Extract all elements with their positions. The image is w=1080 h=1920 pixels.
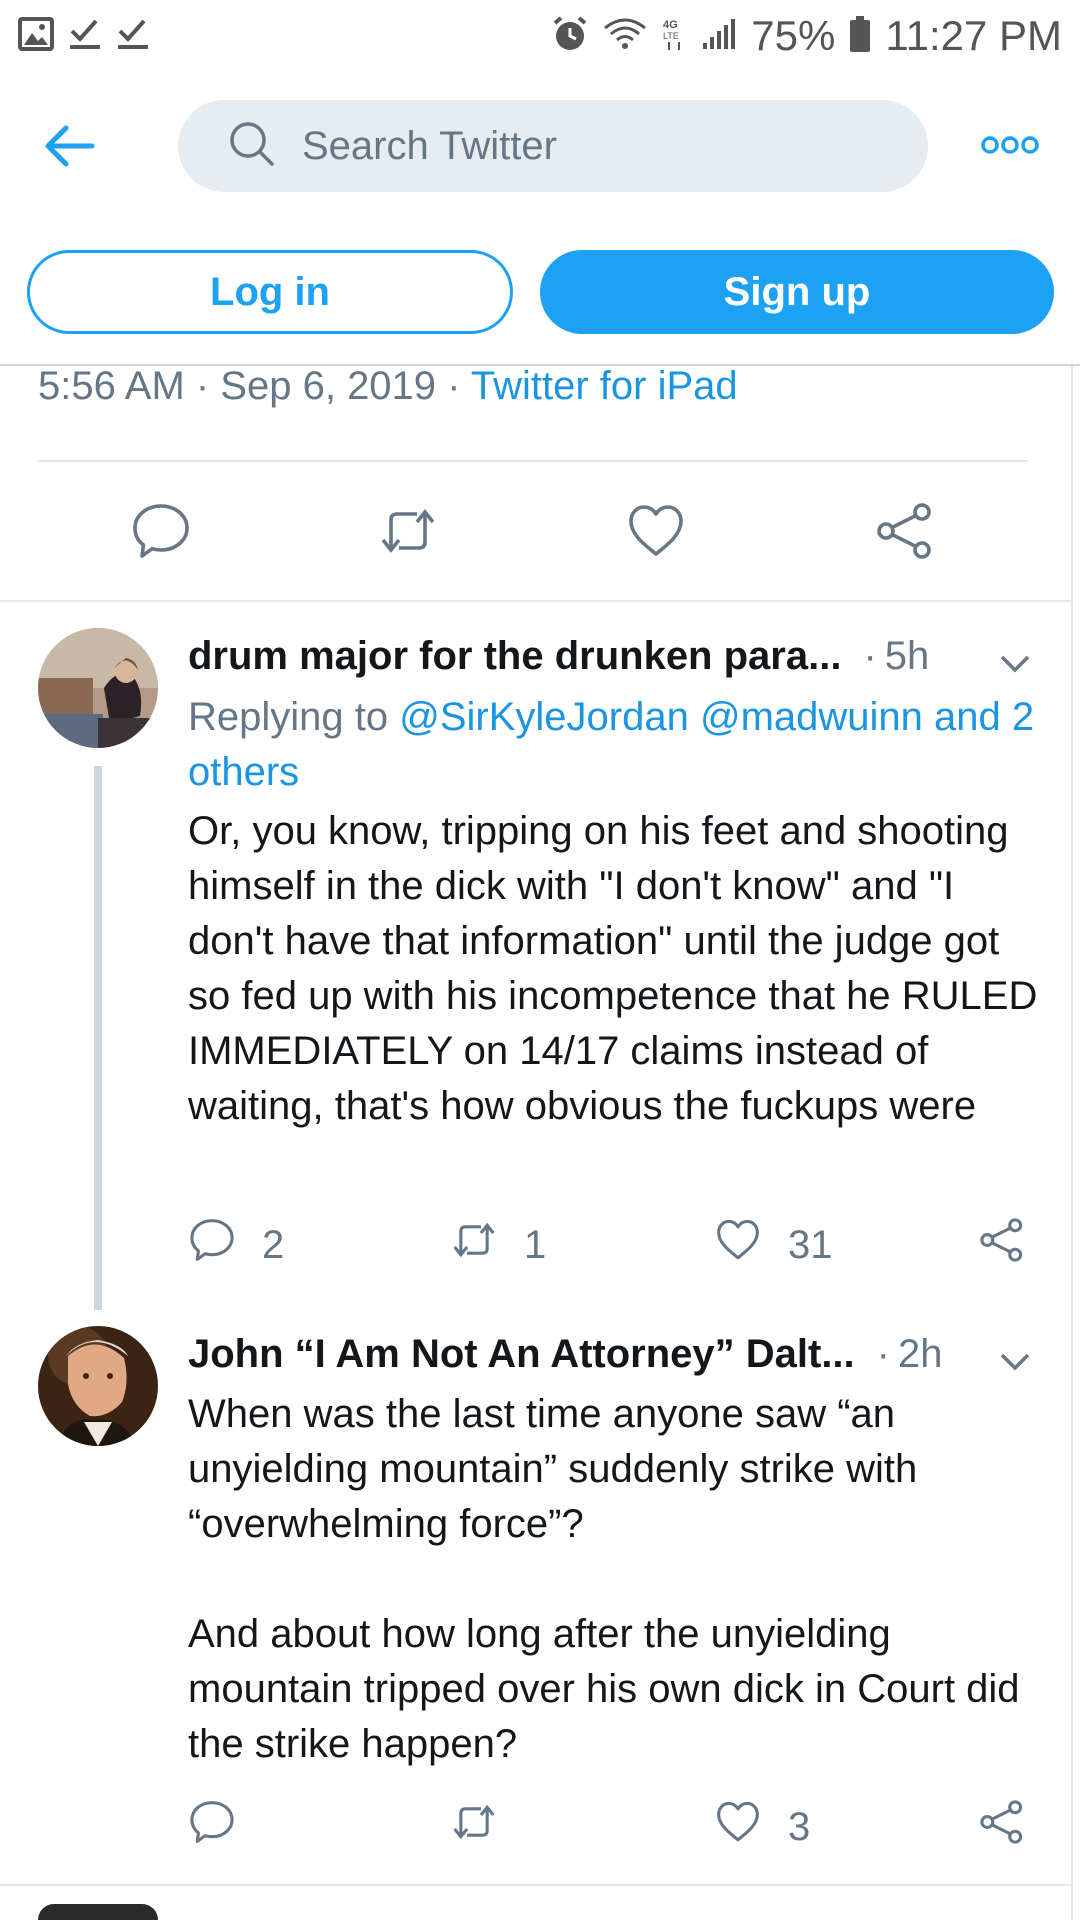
lte-icon: 4G LTE [661,16,687,57]
auth-buttons: Log in Sign up [0,250,1080,336]
check-icon [68,17,102,56]
reply-header: drum major for the drunken para... · 5h [188,628,1048,684]
like-count: 31 [788,1222,833,1267]
search-input[interactable]: Search Twitter [178,100,928,192]
avatar[interactable] [38,1904,158,1920]
reply-icon [188,1216,236,1274]
tweet-timestamp: 5:56 AM · Sep 6, 2019 · Twitter for iPad [38,364,738,408]
like-button[interactable]: 31 [714,1215,833,1275]
top-nav: Search Twitter [0,86,1080,202]
like-button[interactable]: 3 [714,1797,810,1857]
like-count: 3 [788,1804,811,1849]
tweet-text: Or, you know, tripping on his feet and s… [188,809,1038,1128]
retweet-icon [450,1798,498,1856]
retweet-button[interactable] [450,1797,524,1857]
signup-button[interactable]: Sign up [540,250,1054,334]
like-icon [714,1216,762,1274]
more-options-icon[interactable] [980,128,1040,162]
avatar[interactable] [38,1326,158,1446]
thread-line [94,766,102,1310]
like-icon[interactable] [625,500,687,562]
tweet-source-link[interactable]: Twitter for iPad [471,364,738,408]
reply-actions: 2 1 31 [188,1215,1048,1275]
reply-actions: 3 [188,1797,1048,1857]
reply-button[interactable]: 2 [188,1215,284,1275]
status-bar: 4G LTE 75% 11:27 PM [0,0,1080,72]
clock: 11:27 PM [885,12,1062,59]
share-icon [978,1798,1026,1856]
retweet-icon [450,1216,498,1274]
alarm-icon [551,15,589,58]
avatar[interactable] [38,628,158,748]
wifi-icon [603,16,647,57]
tweet-actions [0,500,1080,566]
back-arrow-icon[interactable] [42,118,98,174]
reply-button[interactable] [188,1797,262,1857]
chevron-down-icon[interactable] [998,1340,1032,1371]
display-name[interactable]: John “I Am Not An Attorney” Dalt... [188,1332,855,1377]
svg-text:4G: 4G [663,19,678,31]
login-button[interactable]: Log in [27,250,513,334]
image-icon [18,16,54,56]
retweet-icon[interactable] [377,500,439,562]
reply-icon [188,1798,236,1856]
replying-to: Replying to @SirKyleJordan @madwuinn and… [188,695,1035,794]
svg-text:LTE: LTE [663,31,679,41]
timestamp[interactable]: 5h [885,634,930,679]
share-button[interactable] [978,1797,1026,1857]
reply-icon[interactable] [130,500,192,562]
timestamp[interactable]: 2h [898,1332,943,1377]
display-name[interactable]: drum major for the drunken para... [188,634,841,679]
share-icon [978,1216,1026,1274]
check-icon [116,17,150,56]
separator: · [876,1331,890,1376]
signal-icon [701,17,737,56]
share-button[interactable] [978,1215,1026,1275]
divider [0,1884,1071,1886]
divider [38,460,1028,462]
content-border [1071,366,1073,1920]
share-icon[interactable] [874,500,936,562]
like-icon [714,1798,762,1856]
divider [0,600,1071,602]
retweet-count: 1 [524,1222,547,1267]
battery-icon [849,15,871,58]
battery-percent: 75% [751,12,836,59]
search-placeholder: Search Twitter [302,123,557,168]
reply-count: 2 [262,1222,285,1267]
search-icon [228,120,276,173]
tweet-text: When was the last time anyone saw “an un… [188,1392,1020,1766]
chevron-down-icon[interactable] [998,642,1032,673]
separator: · [863,633,877,678]
retweet-button[interactable]: 1 [450,1215,546,1275]
reply-header: John “I Am Not An Attorney” Dalt... · 2h [188,1326,1048,1382]
